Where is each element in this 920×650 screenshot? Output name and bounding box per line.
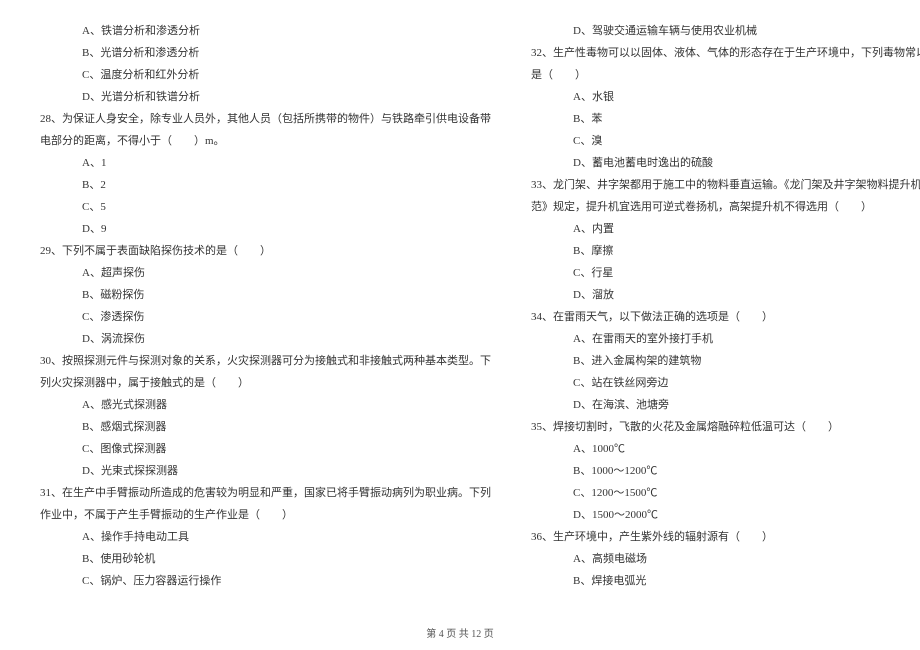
q30-option-d: D、光束式探探测器 [40, 460, 491, 482]
right-column: D、驾驶交通运输车辆与使用农业机械 32、生产性毒物可以以固体、液体、气体的形态… [531, 20, 920, 600]
q31-text: 31、在生产中手臂振动所造成的危害较为明显和严重，国家已将手臂振动病列为职业病。… [40, 482, 491, 504]
q33-option-b: B、摩擦 [531, 240, 920, 262]
q31-option-b: B、使用砂轮机 [40, 548, 491, 570]
q28-option-c: C、5 [40, 196, 491, 218]
q30-option-a: A、感光式探测器 [40, 394, 491, 416]
q29-option-c: C、渗透探伤 [40, 306, 491, 328]
q32-option-d: D、蓄电池蓄电时逸出的硫酸 [531, 152, 920, 174]
q30-option-b: B、感烟式探测器 [40, 416, 491, 438]
q34-option-a: A、在雷雨天的室外接打手机 [531, 328, 920, 350]
q29-text: 29、下列不属于表面缺陷探伤技术的是（ ） [40, 240, 491, 262]
q32-option-a: A、水银 [531, 86, 920, 108]
q31-text-cont: 作业中，不属于产生手臂振动的生产作业是（ ） [40, 504, 491, 526]
q28-option-a: A、1 [40, 152, 491, 174]
q34-text: 34、在雷雨天气，以下做法正确的选项是（ ） [531, 306, 920, 328]
q27-option-b: B、光谱分析和渗透分析 [40, 42, 491, 64]
q36-option-a: A、高频电磁场 [531, 548, 920, 570]
q33-option-c: C、行星 [531, 262, 920, 284]
left-column: A、铁谱分析和渗透分析 B、光谱分析和渗透分析 C、温度分析和红外分析 D、光谱… [40, 20, 491, 600]
q32-option-c: C、溴 [531, 130, 920, 152]
q28-option-d: D、9 [40, 218, 491, 240]
q36-text: 36、生产环境中，产生紫外线的辐射源有（ ） [531, 526, 920, 548]
q27-option-d: D、光谱分析和铁谱分析 [40, 86, 491, 108]
q28-text: 28、为保证人身安全，除专业人员外，其他人员（包括所携带的物件）与铁路牵引供电设… [40, 108, 491, 130]
q31-option-c: C、锅炉、压力容器运行操作 [40, 570, 491, 592]
q35-option-d: D、1500～2000℃ [531, 504, 920, 526]
q30-option-c: C、图像式探测器 [40, 438, 491, 460]
q29-option-d: D、涡流探伤 [40, 328, 491, 350]
q34-option-d: D、在海滨、池塘旁 [531, 394, 920, 416]
q35-option-c: C、1200～1500℃ [531, 482, 920, 504]
q27-option-c: C、温度分析和红外分析 [40, 64, 491, 86]
q31-option-d: D、驾驶交通运输车辆与使用农业机械 [531, 20, 920, 42]
q34-option-c: C、站在铁丝网旁边 [531, 372, 920, 394]
q32-text-cont: 是（ ） [531, 64, 920, 86]
q33-option-a: A、内置 [531, 218, 920, 240]
q35-option-b: B、1000～1200℃ [531, 460, 920, 482]
q33-option-d: D、溜放 [531, 284, 920, 306]
q35-text: 35、焊接切割时，飞散的火花及金属熔融碎粒低温可达（ ） [531, 416, 920, 438]
q33-text: 33、龙门架、井字架都用于施工中的物料垂直运输。《龙门架及井字架物料提升机安全技… [531, 174, 920, 196]
q35-option-a: A、1000℃ [531, 438, 920, 460]
q29-option-a: A、超声探伤 [40, 262, 491, 284]
q34-option-b: B、进入金属构架的建筑物 [531, 350, 920, 372]
q33-text-cont: 范》规定，提升机宜选用可逆式卷扬机，高架提升机不得选用（ ） [531, 196, 920, 218]
q27-option-a: A、铁谱分析和渗透分析 [40, 20, 491, 42]
page-footer: 第 4 页 共 12 页 [0, 625, 920, 640]
q32-option-b: B、苯 [531, 108, 920, 130]
q28-option-b: B、2 [40, 174, 491, 196]
q30-text: 30、按照探测元件与探测对象的关系，火灾探测器可分为接触式和非接触式两种基本类型… [40, 350, 491, 372]
two-column-layout: A、铁谱分析和渗透分析 B、光谱分析和渗透分析 C、温度分析和红外分析 D、光谱… [40, 20, 880, 600]
q30-text-cont: 列火灾探测器中，属于接触式的是（ ） [40, 372, 491, 394]
q36-option-b: B、焊接电弧光 [531, 570, 920, 592]
q32-text: 32、生产性毒物可以以固体、液体、气体的形态存在于生产环境中，下列毒物常以气态存… [531, 42, 920, 64]
q28-text-cont: 电部分的距离，不得小于（ ）m。 [40, 130, 491, 152]
q29-option-b: B、磁粉探伤 [40, 284, 491, 306]
q31-option-a: A、操作手持电动工具 [40, 526, 491, 548]
